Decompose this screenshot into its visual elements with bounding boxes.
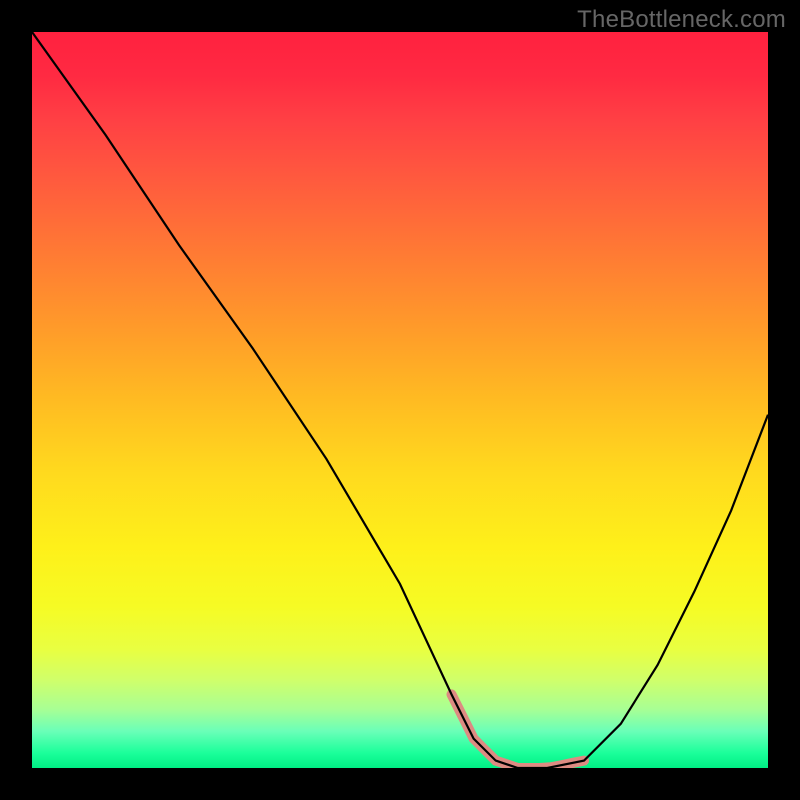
main-curve xyxy=(32,32,768,768)
chart-wrapper: TheBottleneck.com xyxy=(0,0,800,800)
flat-segment xyxy=(452,694,585,768)
plot-area xyxy=(32,32,768,768)
watermark-text: TheBottleneck.com xyxy=(577,6,786,34)
curve-layer xyxy=(32,32,768,768)
